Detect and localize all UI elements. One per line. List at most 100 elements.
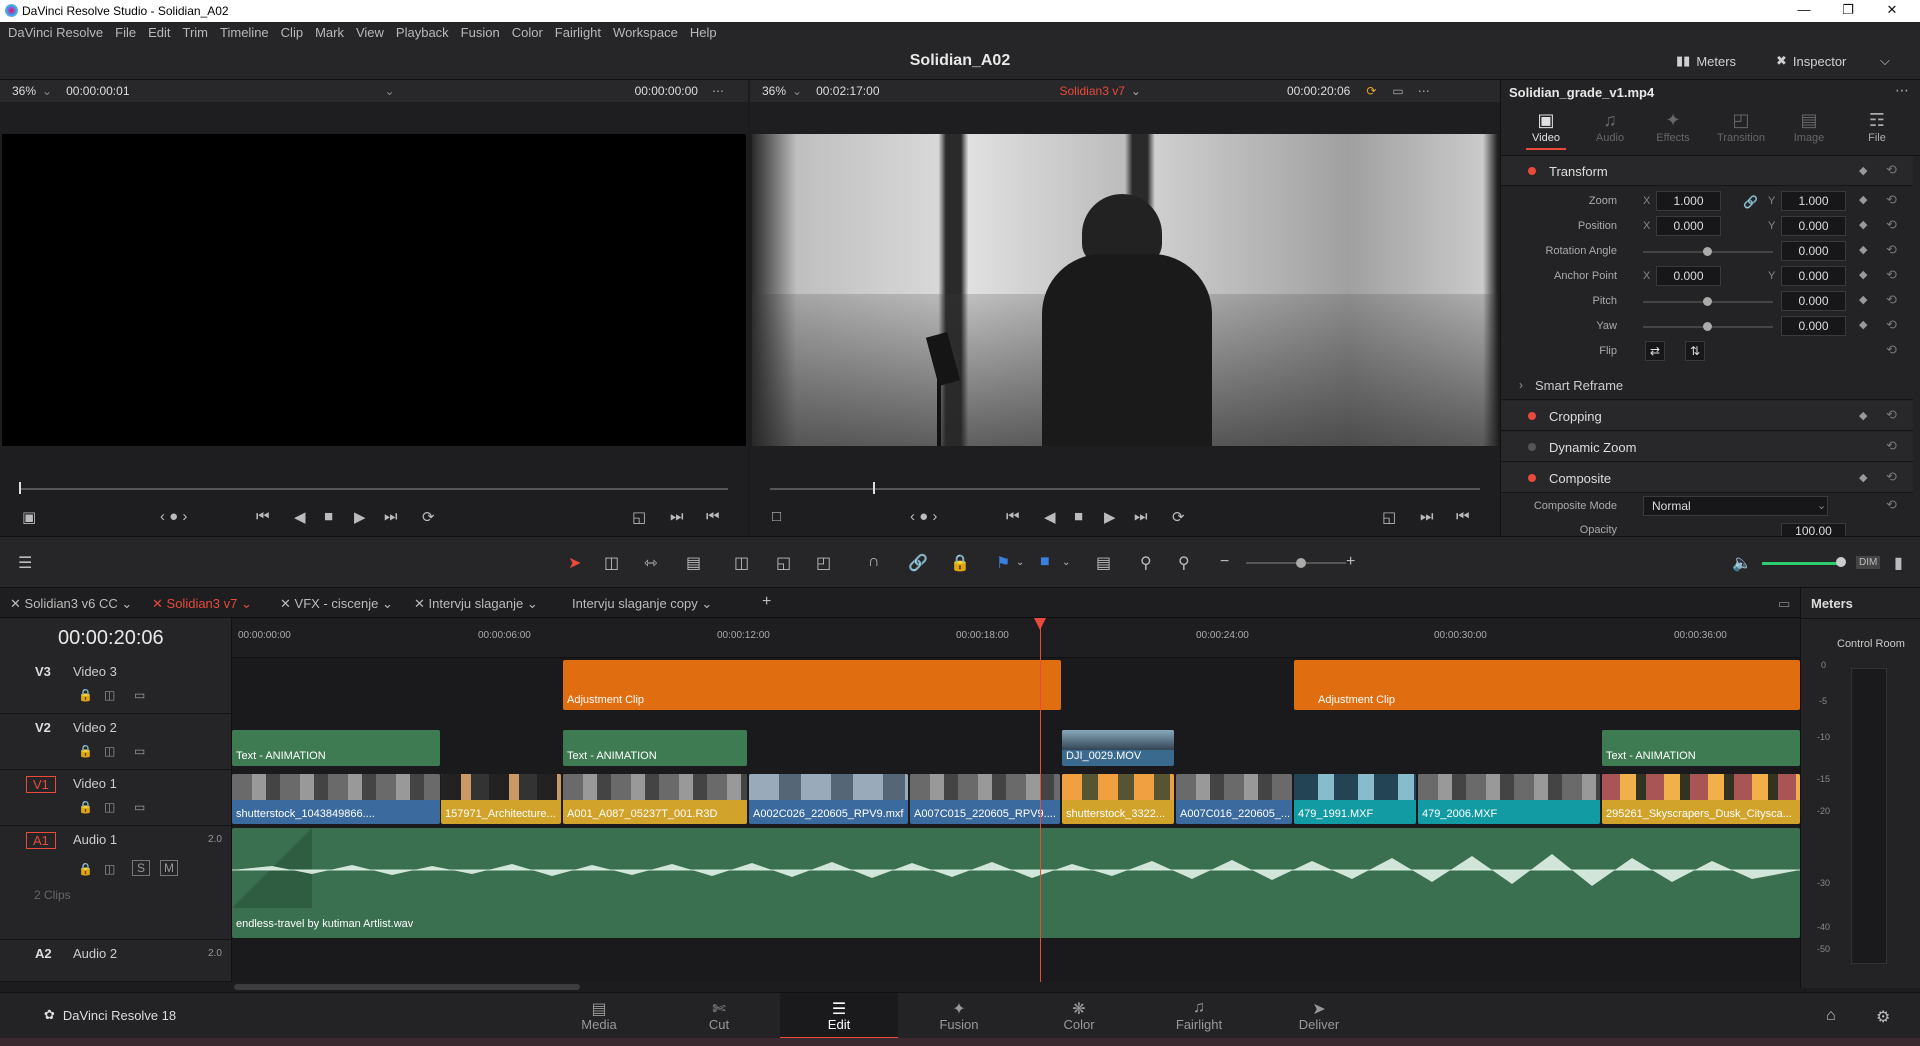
sync-icon[interactable]: ⟳ — [1366, 84, 1376, 98]
viewer-mode-icon[interactable]: ▣ — [22, 508, 36, 526]
keyframe-icon[interactable]: ◆ — [1859, 164, 1867, 177]
video-clip[interactable]: 479_1991.MXF — [1294, 774, 1416, 824]
chevron-down-icon[interactable]: ⌄ — [42, 84, 52, 98]
source-playhead[interactable] — [19, 482, 21, 494]
volume-slider-knob[interactable] — [1836, 557, 1846, 567]
more-options-icon[interactable]: ⋯ — [1895, 82, 1909, 99]
stop-icon[interactable]: ■ — [324, 508, 333, 525]
enable-dot[interactable] — [1528, 412, 1536, 420]
link-icon[interactable]: 🔗 — [908, 553, 928, 573]
keyframe-icon[interactable]: ◆ — [1859, 193, 1867, 206]
section-transform[interactable]: Transform ◆ ⟲ — [1501, 156, 1913, 186]
section-composite[interactable]: Composite ◆ ⟲ — [1501, 463, 1913, 493]
reset-icon[interactable]: ⟲ — [1886, 407, 1897, 423]
tab-file[interactable]: ☶ File — [1843, 110, 1911, 144]
keyframe-icon[interactable]: ◆ — [1859, 409, 1867, 422]
anchor-x-field[interactable]: 0.000 — [1656, 266, 1721, 286]
solo-button[interactable]: S — [132, 860, 151, 876]
tab-effects[interactable]: ✦ Effects — [1639, 110, 1707, 144]
jog-icon[interactable]: ‹ ● › — [910, 508, 937, 525]
track-visibility-icon[interactable]: ▭ — [134, 688, 145, 702]
keyframe-icon[interactable]: ◆ — [1859, 293, 1867, 306]
video-clip[interactable]: shutterstock_1043849866.... — [232, 774, 440, 824]
enable-dot[interactable] — [1528, 443, 1536, 451]
lock-icon[interactable]: 🔒 — [78, 800, 93, 814]
minimize-button[interactable]: — — [1782, 0, 1826, 22]
menu-timeline[interactable]: Timeline — [220, 22, 269, 44]
chevron-down-icon[interactable]: ⌄ — [385, 84, 395, 98]
reset-icon[interactable]: ⟲ — [1886, 217, 1897, 233]
auto-select-icon[interactable]: ◫ — [104, 800, 115, 814]
timeline-zoom[interactable]: 36% — [762, 84, 786, 98]
audio-clip[interactable]: endless-travel by kutiman Artlist.wav — [232, 828, 1800, 938]
text-clip[interactable]: Text - ANIMATION — [1602, 730, 1800, 766]
text-clip[interactable]: Text - ANIMATION — [232, 730, 440, 766]
video-clip[interactable]: A007C016_220605_... — [1176, 774, 1292, 824]
menu-davinci[interactable]: DaVinci Resolve — [8, 22, 103, 44]
timeline-name[interactable]: Solidian3 v7 — [1060, 84, 1125, 98]
reset-icon[interactable]: ⟲ — [1886, 162, 1897, 178]
track-visibility-icon[interactable]: ▭ — [134, 800, 145, 814]
section-dynamic-zoom[interactable]: Dynamic Zoom ⟲ — [1501, 432, 1913, 462]
adjustment-clip[interactable]: Adjustment Clip — [563, 660, 1061, 710]
section-smart-reframe[interactable]: › Smart Reframe — [1501, 370, 1913, 400]
chevron-down-icon[interactable]: ⌄ — [1817, 499, 1826, 512]
lock-icon[interactable]: 🔒 — [78, 688, 93, 702]
menu-clip[interactable]: Clip — [281, 22, 303, 44]
timeline-viewer-playhead[interactable] — [873, 482, 875, 494]
snapping-icon[interactable]: ∩ — [868, 553, 880, 571]
more-options-icon[interactable]: ⋯ — [1418, 84, 1430, 98]
mark-in-icon[interactable]: ⏮ — [1456, 508, 1470, 525]
mute-button[interactable]: M — [160, 860, 178, 876]
reset-icon[interactable]: ⟲ — [1886, 469, 1897, 485]
keyframe-icon[interactable]: ◆ — [1859, 243, 1867, 256]
blade-tool-icon[interactable]: ▤ — [686, 553, 701, 573]
page-media[interactable]: ▤ Media — [540, 993, 658, 1039]
zoom-out-icon[interactable]: − — [1220, 553, 1229, 571]
lock-icon[interactable]: 🔒 — [950, 553, 970, 573]
yaw-field[interactable]: 0.000 — [1781, 316, 1846, 336]
menu-playback[interactable]: Playback — [396, 22, 449, 44]
zoom-detail-icon[interactable]: ⚲ — [1140, 553, 1152, 573]
replace-clip-icon[interactable]: ◰ — [816, 553, 831, 573]
keyframe-icon[interactable]: ◆ — [1859, 318, 1867, 331]
play-icon[interactable]: ▶ — [354, 508, 366, 526]
zoom-in-icon[interactable]: + — [1346, 553, 1355, 571]
mark-in-icon[interactable]: ⏮ — [706, 508, 720, 525]
close-button[interactable]: ✕ — [1870, 0, 1914, 22]
zoom-x-field[interactable]: 1.000 — [1656, 191, 1721, 211]
meters-button[interactable]: ▮▮ Meters — [1676, 53, 1736, 69]
link-icon[interactable]: 🔗 — [1743, 195, 1758, 209]
rotation-field[interactable]: 0.000 — [1781, 241, 1846, 261]
enable-dot[interactable] — [1528, 167, 1536, 175]
tab-image[interactable]: ▤ Image — [1775, 110, 1843, 144]
timeline-video-canvas[interactable] — [752, 134, 1498, 446]
tab-transition[interactable]: ◰ Transition — [1707, 110, 1775, 144]
tab-timeline[interactable]: Intervju slaganje copy ⌄ — [572, 596, 712, 612]
menu-edit[interactable]: Edit — [148, 22, 170, 44]
anchor-y-field[interactable]: 0.000 — [1781, 266, 1846, 286]
skip-end-icon[interactable]: ⏭ — [384, 508, 398, 525]
section-cropping[interactable]: Cropping ◆ ⟲ — [1501, 401, 1913, 431]
mark-out-icon[interactable]: ⏭ — [1420, 508, 1434, 525]
video-clip[interactable]: 157971_Architecture... — [441, 774, 561, 824]
more-options-icon[interactable]: ⋯ — [712, 84, 724, 98]
gear-icon[interactable]: ⚙ — [1876, 1007, 1890, 1027]
play-reverse-icon[interactable]: ◀ — [294, 508, 306, 526]
viewer-layout-icon[interactable]: ▭ — [1392, 84, 1403, 98]
opacity-field[interactable]: 100.00 — [1781, 523, 1846, 536]
zoom-y-field[interactable]: 1.000 — [1781, 191, 1846, 211]
chevron-down-icon[interactable]: ⌄ — [1131, 84, 1141, 98]
page-fairlight[interactable]: ♫ Fairlight — [1140, 993, 1258, 1039]
reset-icon[interactable]: ⟲ — [1886, 192, 1897, 208]
video-clip[interactable]: shutterstock_3322... — [1062, 774, 1174, 824]
video-clip[interactable]: 295261_Skyscrapers_Dusk_Citysca... — [1602, 774, 1800, 824]
track-visibility-icon[interactable]: ▭ — [134, 744, 145, 758]
pitch-field[interactable]: 0.000 — [1781, 291, 1846, 311]
slider-knob[interactable] — [1703, 297, 1712, 306]
jog-icon[interactable]: ‹ ● › — [160, 508, 187, 525]
source-scrubber[interactable] — [20, 488, 728, 490]
skip-end-icon[interactable]: ⏭ — [1134, 508, 1148, 525]
enable-dot[interactable] — [1528, 474, 1536, 482]
play-reverse-icon[interactable]: ◀ — [1044, 508, 1056, 526]
